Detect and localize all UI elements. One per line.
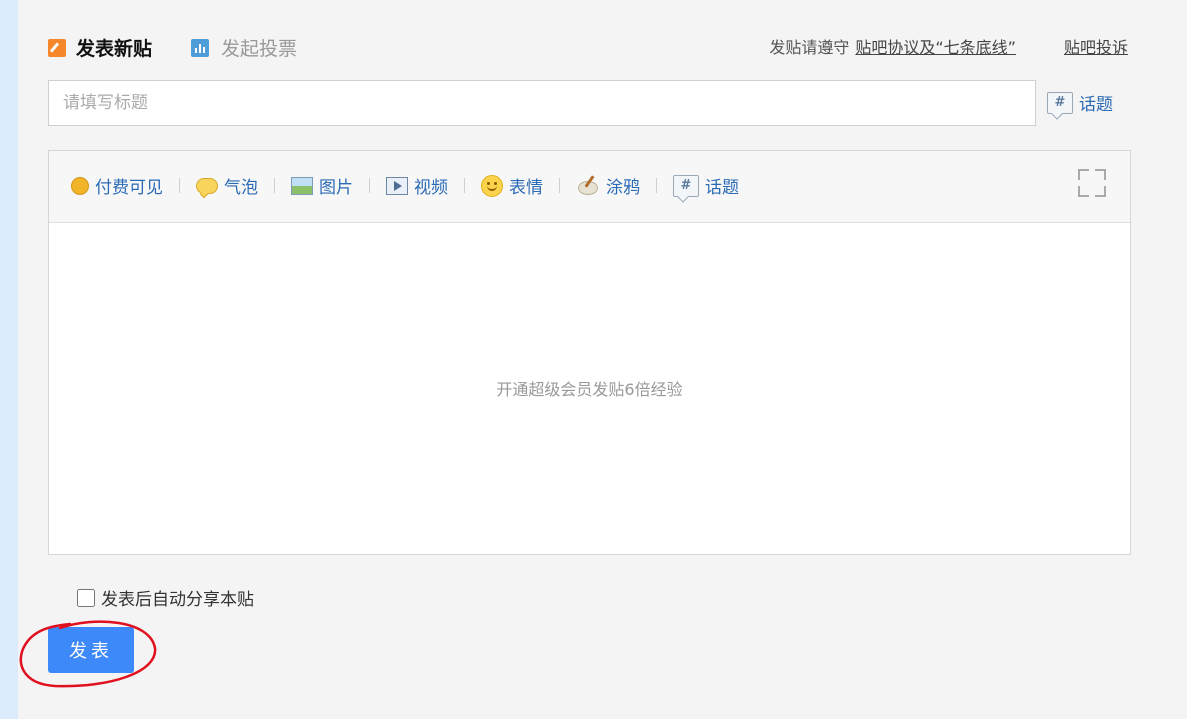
toolbar-paid-visible-label: 付费可见 [95,178,163,198]
editor-placeholder: 开通超级会员发贴6倍经验 [496,380,683,399]
toolbar-divider [179,178,180,193]
post-header: 发表新贴 发起投票 发贴请遵守 贴吧协议及“七条底线” 贴吧投诉 [48,30,1128,62]
title-input[interactable] [48,80,1036,126]
toolbar-divider [369,178,370,193]
toolbar-video-label: 视频 [414,178,448,198]
hashtag-icon: # [673,174,699,197]
toolbar-topic-label: 话题 [705,178,739,198]
tab-new-post-label: 发表新贴 [76,38,153,60]
complain-link[interactable]: 贴吧投诉 [1064,34,1128,58]
toolbar-bubble[interactable]: 气泡 [196,173,258,198]
auto-share-option[interactable]: 发表后自动分享本贴 [77,585,254,610]
topic-button[interactable]: # 话题 [1047,90,1113,115]
image-icon [291,176,313,195]
post-editor: 付费可见 气泡 图片 视频 表情 涂鸦 # 话题 开通超级会员发贴6倍经验 [48,150,1131,555]
hashtag-icon: # [1047,91,1073,114]
tab-new-post[interactable]: 发表新贴 [48,34,152,61]
video-icon [386,176,408,195]
smiley-icon [481,174,503,197]
toolbar-emoji[interactable]: 表情 [481,173,543,198]
rules-prefix: 发贴请遵守 [769,38,850,57]
submit-button[interactable]: 发表 [48,627,134,673]
edit-icon [48,38,66,57]
toolbar-bubble-label: 气泡 [224,178,258,198]
auto-share-label: 发表后自动分享本贴 [101,590,254,610]
toolbar-topic[interactable]: # 话题 [673,173,739,198]
header-links: 发贴请遵守 贴吧协议及“七条底线” 贴吧投诉 [769,34,1128,58]
toolbar-divider [274,178,275,193]
toolbar-video[interactable]: 视频 [386,173,448,198]
toolbar-image-label: 图片 [319,178,353,198]
toolbar-emoji-label: 表情 [509,178,543,198]
bubble-icon [196,177,218,194]
auto-share-checkbox[interactable] [77,588,95,607]
toolbar-divider [559,178,560,193]
left-edge-strip [0,0,18,719]
editor-content-area[interactable]: 开通超级会员发贴6倍经验 [49,222,1130,554]
toolbar-divider [464,178,465,193]
tab-vote-label: 发起投票 [221,38,298,60]
toolbar-paid-visible[interactable]: 付费可见 [71,173,163,198]
tab-vote[interactable]: 发起投票 [191,34,297,61]
toolbar-doodle[interactable]: 涂鸦 [576,173,640,198]
paint-brush-icon [576,175,600,197]
toolbar-image[interactable]: 图片 [291,173,353,198]
editor-toolbar: 付费可见 气泡 图片 视频 表情 涂鸦 # 话题 [49,151,1130,223]
fullscreen-icon[interactable] [1078,169,1106,197]
coin-icon [71,176,89,195]
toolbar-doodle-label: 涂鸦 [606,178,640,198]
bar-chart-icon [191,38,209,57]
topic-button-label: 话题 [1079,95,1113,115]
toolbar-divider [656,178,657,193]
rules-link[interactable]: 贴吧协议及“七条底线” [855,34,1016,58]
